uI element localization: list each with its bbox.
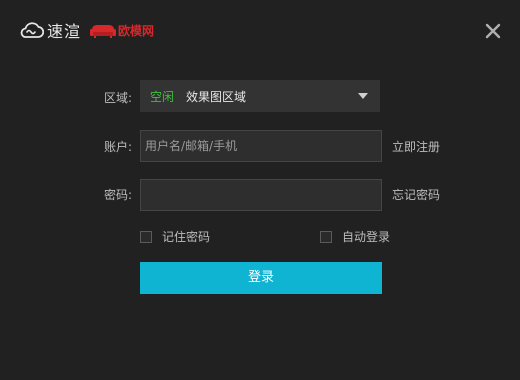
auto-login-checkbox[interactable]: 自动登录 — [320, 228, 390, 245]
title-bar: 速渲 欧模网 — [0, 0, 520, 62]
forgot-password-link[interactable]: 忘记密码 — [392, 186, 440, 203]
region-value: 效果图区域 — [186, 90, 247, 104]
remember-password-checkbox[interactable]: 记住密码 — [140, 228, 210, 245]
close-icon[interactable] — [480, 18, 506, 44]
password-input[interactable] — [140, 179, 382, 211]
region-select[interactable]: 空闲 效果图区域 — [140, 80, 380, 112]
remember-password-label[interactable]: 记住密码 — [162, 228, 210, 245]
cloud-icon — [20, 22, 44, 38]
password-label: 密码: — [103, 188, 132, 202]
partner-logo: 欧模网 — [89, 21, 154, 39]
register-link[interactable]: 立即注册 — [392, 138, 440, 155]
region-label: 区域: — [103, 91, 132, 105]
region-status: 空闲 — [150, 90, 175, 104]
brand: 速渲 欧模网 — [18, 18, 154, 42]
auto-login-label[interactable]: 自动登录 — [342, 228, 390, 245]
remember-password-box[interactable] — [140, 230, 152, 243]
account-input[interactable] — [140, 130, 382, 162]
login-button[interactable]: 登录 — [140, 262, 382, 294]
brand-name: 速渲 — [47, 22, 82, 41]
account-label: 账户: — [103, 140, 132, 154]
chevron-down-icon[interactable] — [358, 93, 368, 99]
auto-login-box[interactable] — [320, 230, 332, 243]
sofa-icon — [90, 25, 117, 38]
partner-name: 欧模网 — [118, 23, 155, 38]
